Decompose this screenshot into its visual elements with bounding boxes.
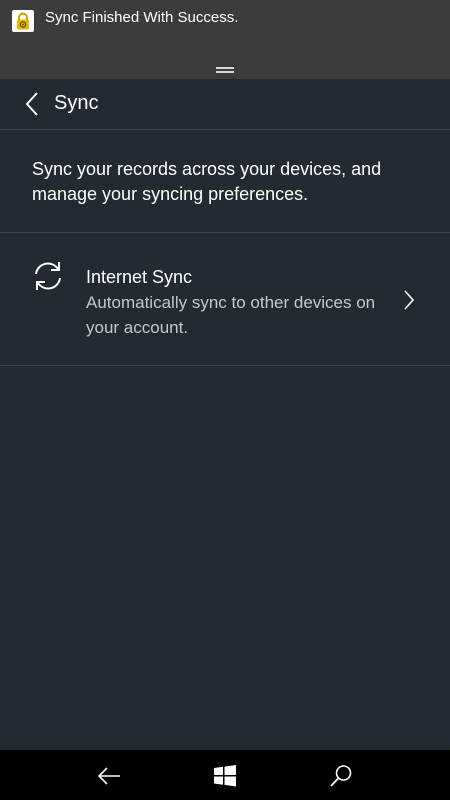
nav-start-button[interactable] xyxy=(211,762,239,790)
chevron-right-icon xyxy=(404,290,415,310)
notification-text: Sync Finished With Success. xyxy=(45,9,239,26)
page-header: Sync xyxy=(0,79,450,129)
sync-icon xyxy=(35,262,61,290)
lock-app-icon xyxy=(12,10,34,32)
toast-drag-handle[interactable] xyxy=(216,67,234,73)
internet-sync-item[interactable]: Internet Sync Automatically sync to othe… xyxy=(0,233,450,365)
back-arrow-icon xyxy=(97,767,120,785)
system-navigation-bar xyxy=(0,750,450,800)
back-button[interactable] xyxy=(18,89,48,119)
internet-sync-subtitle: Automatically sync to other devices on y… xyxy=(86,293,376,337)
chevron-left-icon xyxy=(25,92,38,116)
nav-search-button[interactable] xyxy=(327,762,355,790)
header-divider xyxy=(0,129,450,130)
row-divider xyxy=(0,365,450,366)
page-title: Sync xyxy=(54,92,99,114)
notification-toast[interactable]: Sync Finished With Success. xyxy=(0,0,450,79)
internet-sync-title: Internet Sync xyxy=(86,267,193,287)
windows-start-icon xyxy=(214,765,236,787)
search-icon xyxy=(330,765,352,787)
nav-back-button[interactable] xyxy=(95,762,123,790)
page-description: Sync your records across your devices, a… xyxy=(32,159,382,204)
